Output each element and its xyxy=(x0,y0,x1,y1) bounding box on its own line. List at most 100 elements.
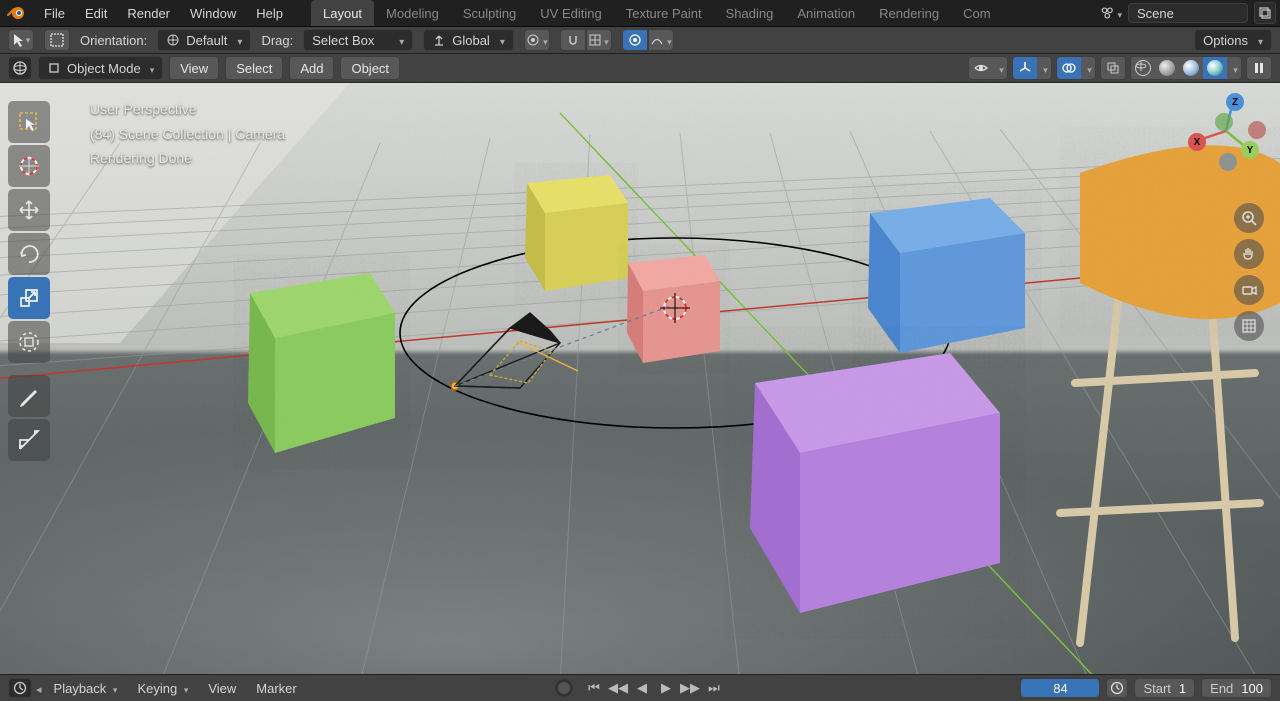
workspace-tab-animation[interactable]: Animation xyxy=(785,0,867,26)
overlay-toggle[interactable] xyxy=(1057,57,1081,79)
camera-view-button[interactable] xyxy=(1234,275,1264,305)
visibility-dropdown[interactable] xyxy=(968,56,1008,80)
workspace-tab-sculpting[interactable]: Sculpting xyxy=(451,0,528,26)
workspace-tab-shading[interactable]: Shading xyxy=(714,0,786,26)
gizmo-axis-neg-z[interactable] xyxy=(1219,153,1237,171)
menu-help[interactable]: Help xyxy=(246,2,293,25)
yellow-cube xyxy=(525,175,628,291)
gizmo-axis-neg-x[interactable] xyxy=(1248,121,1266,139)
shading-material[interactable] xyxy=(1179,57,1203,79)
shading-wireframe[interactable] xyxy=(1131,57,1155,79)
header-menu-select[interactable]: Select xyxy=(225,56,283,80)
timeline-view-menu[interactable]: View xyxy=(200,679,244,698)
play-forward[interactable]: ▶ xyxy=(655,678,677,698)
gizmo-axis-y[interactable]: Y xyxy=(1241,141,1259,159)
workspace-tab-compositing[interactable]: Com xyxy=(951,0,1002,26)
start-frame-field[interactable]: Start 1 xyxy=(1134,678,1195,698)
3d-viewport[interactable]: User Perspective (84) Scene Collection |… xyxy=(0,83,1280,674)
current-frame-field[interactable]: 84 xyxy=(1020,678,1100,698)
proportional-falloff-dropdown[interactable] xyxy=(648,29,674,51)
select-mode-button[interactable] xyxy=(44,29,70,51)
gizmo-toggle[interactable] xyxy=(1013,57,1037,79)
header-menu-view[interactable]: View xyxy=(169,56,219,80)
header-menu-add[interactable]: Add xyxy=(289,56,334,80)
xray-toggle[interactable] xyxy=(1100,56,1126,80)
scene-name-text: Scene xyxy=(1137,6,1174,21)
jump-to-end[interactable]: ⏭ xyxy=(703,678,725,698)
header-menu-object[interactable]: Object xyxy=(340,56,400,80)
menu-file[interactable]: File xyxy=(34,2,75,25)
tool-cursor[interactable] xyxy=(8,145,50,187)
start-label: Start xyxy=(1143,681,1170,696)
timeline-keying-menu[interactable]: Keying xyxy=(129,679,196,698)
nav-gizmo[interactable]: Z X Y xyxy=(1186,91,1266,171)
shading-dropdown[interactable] xyxy=(1227,57,1241,79)
tool-shelf xyxy=(8,101,50,461)
menu-window[interactable]: Window xyxy=(180,2,246,25)
tool-select-box[interactable] xyxy=(8,101,50,143)
auto-keyframe-toggle[interactable] xyxy=(555,679,573,697)
gizmo-axis-neg-y[interactable] xyxy=(1215,113,1233,131)
pan-button[interactable] xyxy=(1234,239,1264,269)
workspace-tab-uv-editing[interactable]: UV Editing xyxy=(528,0,613,26)
tool-annotate[interactable] xyxy=(8,375,50,417)
tool-measure[interactable] xyxy=(8,419,50,461)
transform-orientation-dropdown[interactable]: Global xyxy=(423,29,514,51)
workspace-tab-rendering[interactable]: Rendering xyxy=(867,0,951,26)
new-scene-button[interactable] xyxy=(1254,2,1276,24)
blender-logo-icon[interactable] xyxy=(4,3,28,23)
scene-browse-icon[interactable] xyxy=(1100,2,1122,24)
menu-render[interactable]: Render xyxy=(117,2,180,25)
tool-transform[interactable] xyxy=(8,321,50,363)
gizmo-pill xyxy=(1012,56,1052,80)
perspective-toggle-button[interactable] xyxy=(1234,311,1264,341)
pivot-dropdown[interactable] xyxy=(524,29,550,51)
timeline-editor-dropdown[interactable] xyxy=(8,678,32,698)
use-preview-range-toggle[interactable] xyxy=(1106,678,1128,698)
editor-type-dropdown[interactable] xyxy=(8,56,32,80)
workspace-tab-layout[interactable]: Layout xyxy=(311,0,374,26)
overlay-dropdown[interactable] xyxy=(1081,57,1095,79)
orientation-dropdown[interactable]: Default xyxy=(157,29,251,51)
workspace-tabs: Layout Modeling Sculpting UV Editing Tex… xyxy=(311,0,1003,26)
options-dropdown[interactable]: Options xyxy=(1194,29,1272,51)
tool-move[interactable] xyxy=(8,189,50,231)
current-frame-value: 84 xyxy=(1053,681,1067,696)
timeline-marker-menu[interactable]: Marker xyxy=(248,679,304,698)
proportional-toggle[interactable] xyxy=(622,29,648,51)
snap-toggle[interactable] xyxy=(560,29,586,51)
overlay-perspective: User Perspective xyxy=(90,97,285,122)
pause-render-button[interactable] xyxy=(1246,56,1272,80)
options-label: Options xyxy=(1203,33,1248,48)
scene-name-field[interactable]: Scene xyxy=(1128,3,1248,23)
tool-scale[interactable] xyxy=(8,277,50,319)
shading-rendered[interactable] xyxy=(1203,57,1227,79)
play-reverse[interactable]: ◀ xyxy=(631,678,653,698)
gizmo-dropdown[interactable] xyxy=(1037,57,1051,79)
playback-controls: ⏮ ◀◀ ◀ ▶ ▶▶ ⏭ xyxy=(555,678,725,698)
tool-rotate[interactable] xyxy=(8,233,50,275)
start-value: 1 xyxy=(1179,681,1186,696)
gizmo-axis-z[interactable]: Z xyxy=(1226,93,1244,111)
jump-prev-keyframe[interactable]: ◀◀ xyxy=(607,678,629,698)
menu-edit[interactable]: Edit xyxy=(75,2,117,25)
timeline-collapse-icon[interactable] xyxy=(36,681,42,696)
cursor-tool-dropdown[interactable]: ▾ xyxy=(8,29,34,51)
snap-dropdown[interactable] xyxy=(586,29,612,51)
jump-to-start[interactable]: ⏮ xyxy=(583,678,605,698)
timeline-bar: Playback Keying View Marker ⏮ ◀◀ ◀ ▶ ▶▶ … xyxy=(0,674,1280,701)
workspace-tab-modeling[interactable]: Modeling xyxy=(374,0,451,26)
shading-pill xyxy=(1130,56,1242,80)
mode-dropdown[interactable]: Object Mode xyxy=(38,56,163,80)
orientation-value: Default xyxy=(186,33,227,48)
workspace-tab-texture-paint[interactable]: Texture Paint xyxy=(614,0,714,26)
drag-dropdown[interactable]: Select Box xyxy=(303,29,413,51)
timeline-playback-menu[interactable]: Playback xyxy=(46,679,126,698)
gizmo-axis-x[interactable]: X xyxy=(1188,133,1206,151)
snap-group xyxy=(560,29,612,51)
jump-next-keyframe[interactable]: ▶▶ xyxy=(679,678,701,698)
zoom-button[interactable] xyxy=(1234,203,1264,233)
shading-solid[interactable] xyxy=(1155,57,1179,79)
end-frame-field[interactable]: End100 xyxy=(1201,678,1272,698)
proportional-group xyxy=(622,29,674,51)
